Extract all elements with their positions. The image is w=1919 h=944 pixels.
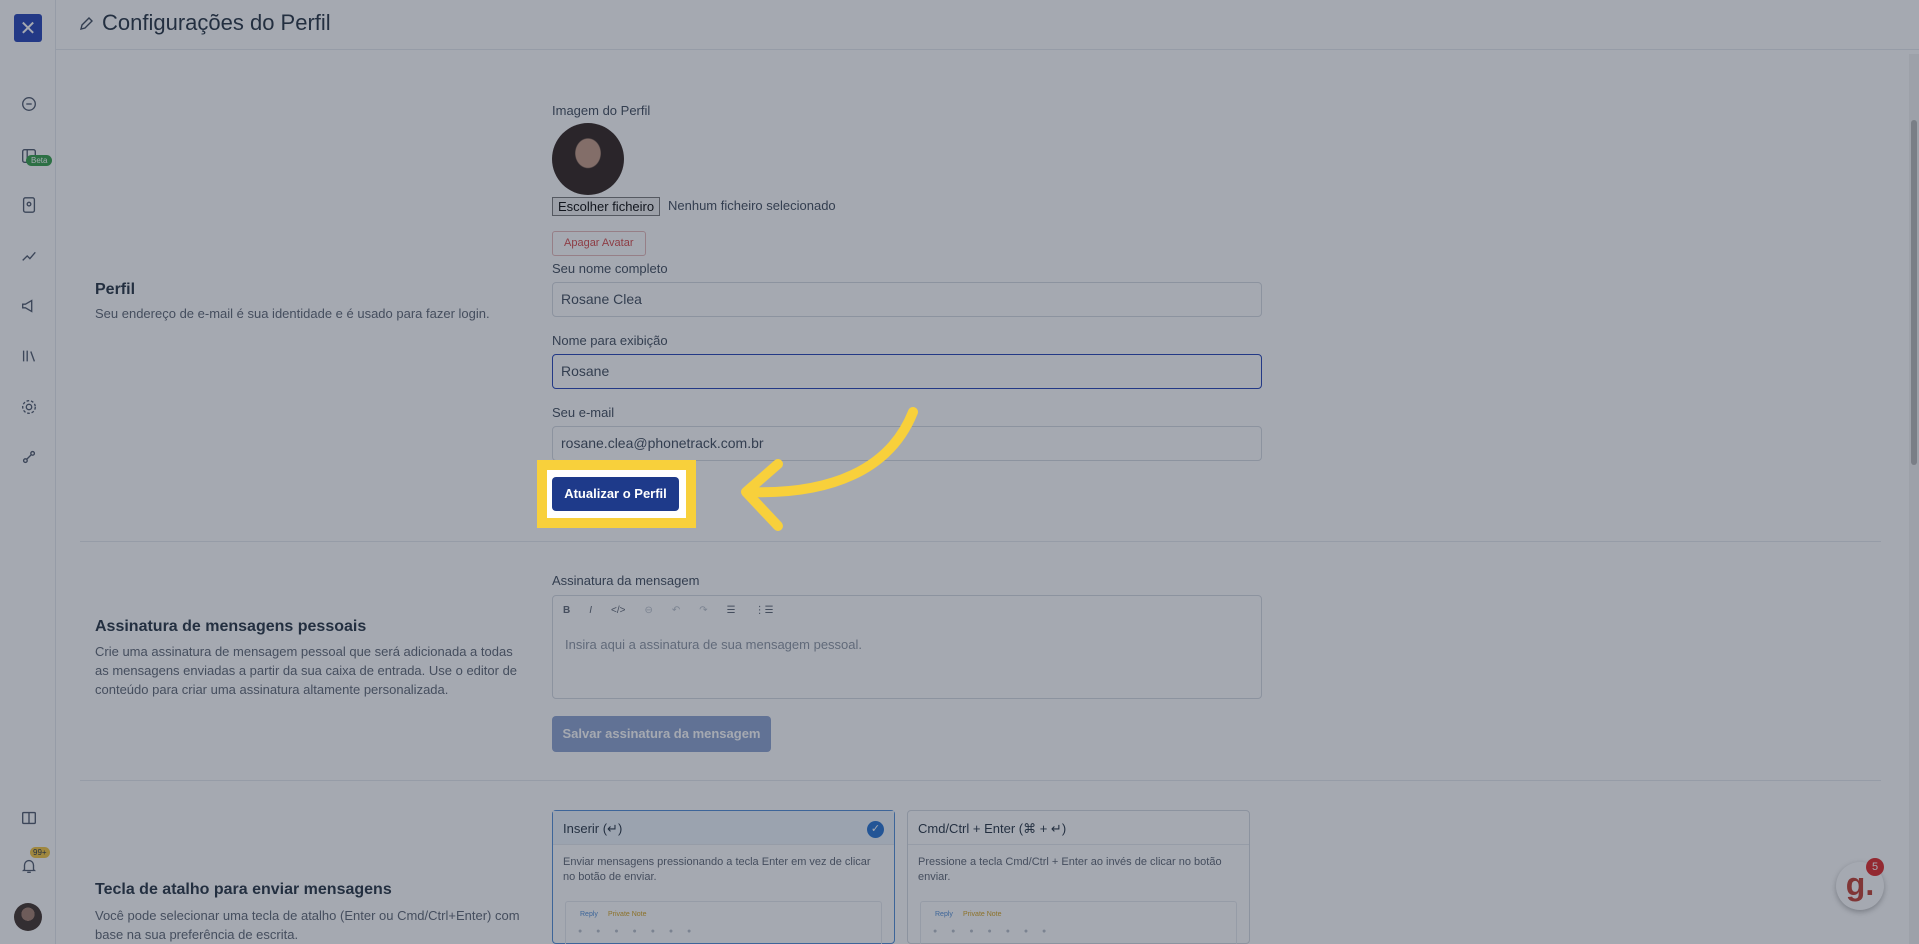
bullet-list-icon[interactable]: ☰ bbox=[727, 605, 736, 616]
hotkey-preview: Reply Private Note ● ● ● ● ● ● ● bbox=[565, 901, 882, 944]
settings-gear-icon[interactable] bbox=[19, 397, 39, 417]
beta-badge: Beta bbox=[26, 155, 53, 166]
preview-note-tab: Private Note bbox=[963, 911, 1002, 918]
tutorial-dim-overlay bbox=[0, 0, 1919, 944]
hotkey-option-enter[interactable]: Inserir (↵) ✓ Enviar mensagens pressiona… bbox=[552, 810, 895, 944]
signature-section-description: Crie uma assinatura de mensagem pessoal … bbox=[95, 644, 518, 697]
update-profile-button[interactable]: Atualizar o Perfil bbox=[552, 477, 679, 511]
profile-section-title: Perfil bbox=[95, 281, 136, 298]
page-title: Configurações do Perfil bbox=[102, 10, 331, 35]
hotkey-option-cmd-enter[interactable]: Cmd/Ctrl + Enter (⌘ + ↵) Pressione a tec… bbox=[907, 810, 1250, 944]
signature-editor-label: Assinatura da mensagem bbox=[552, 573, 700, 588]
link-icon[interactable]: ⊖ bbox=[644, 605, 652, 616]
notifications-bell-icon[interactable] bbox=[19, 856, 39, 876]
campaigns-icon[interactable] bbox=[19, 296, 39, 316]
display-name-label: Nome para exibição bbox=[552, 333, 668, 348]
bold-icon[interactable]: B bbox=[563, 605, 570, 616]
reports-icon[interactable] bbox=[19, 245, 39, 265]
contacts-icon[interactable] bbox=[19, 195, 39, 215]
library-icon[interactable] bbox=[19, 346, 39, 366]
save-signature-button[interactable]: Salvar assinatura da mensagem bbox=[552, 716, 771, 752]
edit-pencil-icon bbox=[80, 17, 93, 30]
conversations-icon[interactable] bbox=[19, 94, 39, 114]
no-file-text: Nenhum ficheiro selecionado bbox=[668, 198, 836, 213]
preview-note-tab: Private Note bbox=[608, 911, 647, 918]
signature-editor[interactable]: B I </> ⊖ ↶ ↷ ☰ ⋮☰ Insira aqui a assinat… bbox=[552, 595, 1262, 699]
email-label: Seu e-mail bbox=[552, 405, 615, 420]
undo-icon[interactable]: ↶ bbox=[672, 605, 680, 616]
app-logo[interactable]: ✕ bbox=[14, 14, 42, 42]
preview-reply-tab: Reply bbox=[935, 911, 953, 918]
integrations-icon[interactable] bbox=[19, 447, 39, 467]
hotkey-option-title: Inserir (↵) bbox=[553, 811, 894, 845]
profile-image-label: Imagem do Perfil bbox=[552, 103, 651, 118]
tutorial-arrow-icon bbox=[741, 407, 918, 531]
page-scrollbar[interactable] bbox=[1909, 54, 1919, 944]
sidebar: ✕ Beta 99+ bbox=[0, 0, 56, 944]
choose-file-button[interactable]: Escolher ficheiro bbox=[552, 197, 661, 216]
dashboard-toggle-icon[interactable] bbox=[19, 808, 39, 828]
user-avatar[interactable] bbox=[14, 903, 42, 931]
hotkey-section-description: Você pode selecionar uma tecla de atalho… bbox=[95, 908, 520, 942]
editor-toolbar: B I </> ⊖ ↶ ↷ ☰ ⋮☰ bbox=[563, 605, 774, 616]
hotkey-section-title: Tecla de atalho para enviar mensagens bbox=[95, 881, 392, 898]
signature-placeholder: Insira aqui a assinatura de sua mensagem… bbox=[565, 637, 863, 652]
display-name-input[interactable]: Rosane bbox=[552, 354, 1262, 389]
full-name-label: Seu nome completo bbox=[552, 261, 668, 276]
profile-avatar bbox=[552, 123, 624, 195]
signature-section-title: Assinatura de mensagens pessoais bbox=[95, 618, 367, 635]
preview-toolbar: ● ● ● ● ● ● ● bbox=[933, 928, 1053, 935]
notifications-count-badge: 99+ bbox=[30, 847, 50, 858]
redo-icon[interactable]: ↷ bbox=[699, 605, 707, 616]
delete-avatar-button[interactable]: Apagar Avatar bbox=[552, 231, 646, 256]
help-unread-count: 5 bbox=[1866, 858, 1884, 876]
section-divider bbox=[80, 780, 1881, 781]
hotkey-option-description: Pressione a tecla Cmd/Ctrl + Enter ao in… bbox=[918, 856, 1222, 883]
hotkey-option-description: Enviar mensagens pressionando a tecla En… bbox=[563, 856, 871, 883]
preview-toolbar: ● ● ● ● ● ● ● bbox=[578, 928, 698, 935]
check-icon: ✓ bbox=[867, 821, 884, 838]
profile-section-description: Seu endereço de e-mail é sua identidade … bbox=[95, 306, 490, 321]
numbered-list-icon[interactable]: ⋮☰ bbox=[755, 605, 774, 616]
page-header: Configurações do Perfil bbox=[56, 0, 1919, 50]
hotkey-option-title: Cmd/Ctrl + Enter (⌘ + ↵) bbox=[908, 811, 1249, 845]
hotkey-preview: Reply Private Note ● ● ● ● ● ● ● bbox=[920, 901, 1237, 944]
section-divider bbox=[80, 541, 1881, 542]
full-name-input[interactable]: Rosane Clea bbox=[552, 282, 1262, 317]
scrollbar-thumb[interactable] bbox=[1911, 120, 1917, 465]
preview-reply-tab: Reply bbox=[580, 911, 598, 918]
italic-icon[interactable]: I bbox=[589, 605, 592, 616]
code-icon[interactable]: </> bbox=[611, 605, 625, 616]
